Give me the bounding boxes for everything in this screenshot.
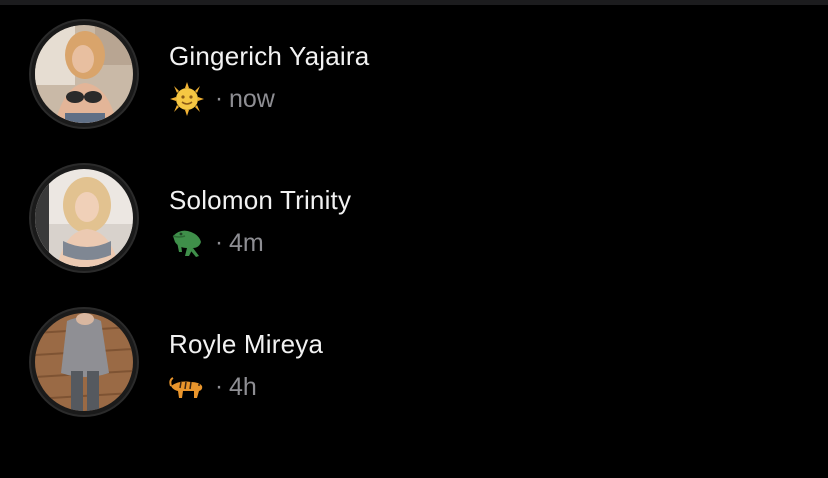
chat-item[interactable]: Gingerich Yajaira · now [0,9,828,153]
chat-meta: · now [169,82,275,116]
separator-dot: · [215,85,223,112]
avatar-photo [35,169,133,267]
avatar[interactable] [31,309,137,415]
contact-name: Solomon Trinity [169,185,352,215]
sun-with-face-icon [169,82,205,116]
avatar[interactable] [31,21,137,127]
avatar-photo [35,313,133,411]
chat-list: Gingerich Yajaira · now Solomon Trinity … [0,0,828,478]
chat-item[interactable]: Royle Mireya · 4h [0,297,828,441]
separator-dot: · [215,373,223,400]
contact-name: Gingerich Yajaira [169,41,370,71]
timestamp: now [229,84,275,113]
timestamp: 4m [229,228,264,257]
chat-item[interactable]: Solomon Trinity · 4m [0,153,828,297]
tiger-icon [169,370,205,404]
contact-name: Royle Mireya [169,329,324,359]
chat-meta: · 4h [169,370,257,404]
crocodile-icon [169,226,205,260]
avatar-photo [35,25,133,123]
avatar[interactable] [31,165,137,271]
separator-dot: · [215,229,223,256]
timestamp: 4h [229,372,257,401]
chat-meta: · 4m [169,226,264,260]
